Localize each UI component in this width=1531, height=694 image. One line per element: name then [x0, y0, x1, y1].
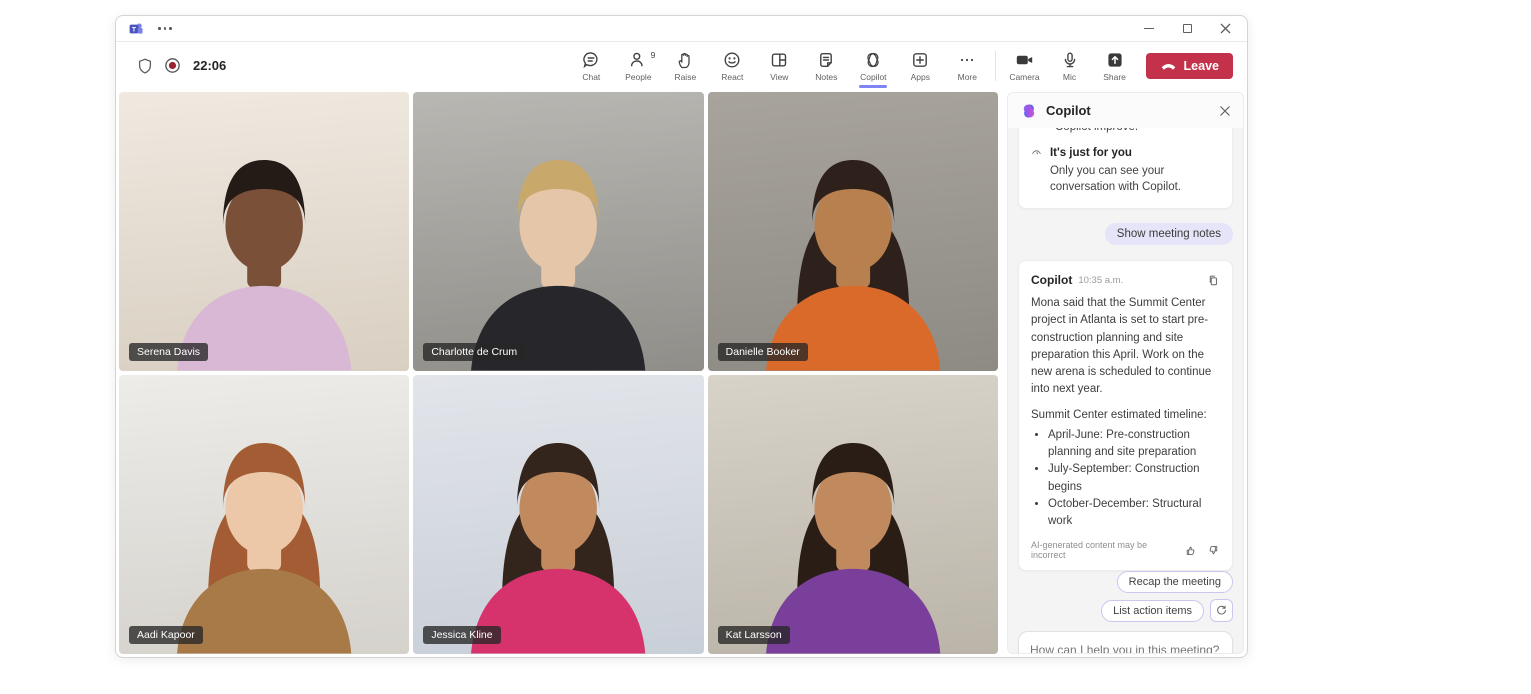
show-meeting-notes-button[interactable]: Show meeting notes	[1105, 223, 1233, 245]
clipped-text-line: Copilot improve.	[1055, 128, 1220, 135]
copilot-conversation[interactable]: Copilot improve. It's just for you Only …	[1008, 128, 1243, 653]
participant-silhouette	[119, 125, 409, 371]
timeline-title: Summit Center estimated timeline:	[1031, 407, 1220, 424]
video-tile-charlotte-de-crum: Charlotte de Crum	[413, 92, 703, 371]
participant-name-tag: Charlotte de Crum	[423, 343, 525, 361]
camera-icon	[1014, 50, 1035, 71]
toolbar-view-button[interactable]: View	[764, 50, 794, 82]
participant-silhouette	[708, 408, 998, 654]
minimize-button[interactable]	[1143, 23, 1155, 35]
participant-silhouette	[413, 125, 703, 371]
participant-silhouette	[708, 125, 998, 371]
video-tile-jessica-kline: Jessica Kline	[413, 375, 703, 654]
security-shield-icon[interactable]	[136, 57, 154, 75]
timeline-item: October-December: Structural work	[1048, 496, 1220, 531]
leave-button[interactable]: Leave	[1146, 53, 1233, 79]
eye-privacy-icon	[1031, 145, 1042, 161]
thumbs-down-icon[interactable]	[1207, 544, 1220, 557]
copy-icon[interactable]	[1207, 274, 1220, 287]
raise-hand-icon	[675, 50, 695, 71]
privacy-body: Only you can see your conversation with …	[1050, 163, 1220, 196]
participant-name-tag: Jessica Kline	[423, 626, 500, 644]
copilot-outline-icon	[863, 50, 883, 71]
toolbar-chat-button[interactable]: Chat	[576, 50, 606, 82]
copilot-panel: Copilot Copilot improve. It's just for y…	[1007, 92, 1244, 654]
participant-silhouette	[413, 408, 703, 654]
react-smiley-icon	[722, 50, 742, 71]
teams-meeting-window: T 22:06 Chat	[115, 15, 1248, 658]
notes-icon	[816, 50, 836, 71]
message-paragraph: Mona said that the Summit Center project…	[1031, 295, 1220, 399]
toolbar-divider	[995, 51, 996, 81]
copilot-privacy-card: Copilot improve. It's just for you Only …	[1018, 128, 1233, 209]
ai-disclaimer: AI-generated content may be incorrect	[1031, 540, 1184, 560]
copilot-close-button[interactable]	[1219, 105, 1231, 117]
copilot-panel-title: Copilot	[1046, 103, 1091, 118]
view-layout-icon	[769, 50, 789, 71]
toolbar-notes-button[interactable]: Notes	[811, 50, 841, 82]
toolbar-camera-button[interactable]: Camera	[1009, 50, 1039, 82]
participant-silhouette	[119, 408, 409, 654]
chat-icon	[581, 50, 601, 71]
hang-up-icon	[1160, 60, 1177, 72]
toolbar-react-button[interactable]: React	[717, 50, 747, 82]
message-sender: Copilot	[1031, 273, 1072, 287]
message-timestamp: 10:35 a.m.	[1078, 275, 1123, 286]
teams-logo-icon: T	[128, 21, 144, 37]
toolbar-raise-button[interactable]: Raise	[670, 50, 700, 82]
participant-name-tag: Kat Larsson	[718, 626, 790, 644]
people-count-badge: 9	[651, 50, 656, 60]
timeline-item: July-September: Construction begins	[1048, 461, 1220, 496]
share-screen-icon	[1105, 50, 1125, 71]
people-icon	[628, 50, 648, 71]
video-tile-aadi-kapoor: Aadi Kapoor	[119, 375, 409, 654]
video-grid: Serena Davis Charlotte de Crum	[119, 92, 998, 654]
titlebar-more-menu[interactable]	[158, 27, 172, 30]
participant-name-tag: Aadi Kapoor	[129, 626, 203, 644]
toolbar-apps-button[interactable]: Apps	[905, 50, 935, 82]
close-button[interactable]	[1219, 23, 1231, 35]
copilot-input-box[interactable]	[1018, 631, 1233, 653]
mic-icon	[1060, 50, 1080, 71]
participant-name-tag: Serena Davis	[129, 343, 208, 361]
participant-name-tag: Danielle Booker	[718, 343, 808, 361]
copilot-logo-icon	[1020, 102, 1038, 120]
toolbar-more-button[interactable]: More	[952, 50, 982, 82]
maximize-button[interactable]	[1181, 23, 1193, 35]
timeline-item: April-June: Pre-construction planning an…	[1048, 427, 1220, 462]
suggestion-action-items-button[interactable]: List action items	[1101, 600, 1204, 622]
apps-icon	[910, 50, 930, 71]
timeline-list: April-June: Pre-construction planning an…	[1031, 427, 1220, 531]
meeting-toolbar: 22:06 Chat 9 People Raise	[116, 42, 1247, 89]
recording-indicator-icon	[163, 56, 182, 75]
copilot-input-field[interactable]	[1030, 643, 1221, 653]
suggestion-recap-button[interactable]: Recap the meeting	[1117, 571, 1233, 593]
privacy-title: It's just for you	[1050, 145, 1220, 162]
video-tile-kat-larsson: Kat Larsson	[708, 375, 998, 654]
copilot-panel-header: Copilot	[1008, 93, 1243, 128]
copilot-message-card: Copilot 10:35 a.m. Mona said that the Su…	[1018, 260, 1233, 571]
video-tile-danielle-booker: Danielle Booker	[708, 92, 998, 371]
toolbar-mic-button[interactable]: Mic	[1055, 50, 1085, 82]
toolbar-copilot-button[interactable]: Copilot	[858, 50, 888, 82]
refresh-suggestions-button[interactable]	[1210, 599, 1233, 622]
toolbar-people-button[interactable]: 9 People	[623, 50, 653, 82]
video-tile-serena-davis: Serena Davis	[119, 92, 409, 371]
thumbs-up-icon[interactable]	[1184, 544, 1197, 557]
meeting-timer: 22:06	[193, 58, 226, 73]
toolbar-share-button[interactable]: Share	[1100, 50, 1130, 82]
titlebar: T	[116, 16, 1247, 42]
more-ellipsis-icon	[957, 50, 977, 71]
